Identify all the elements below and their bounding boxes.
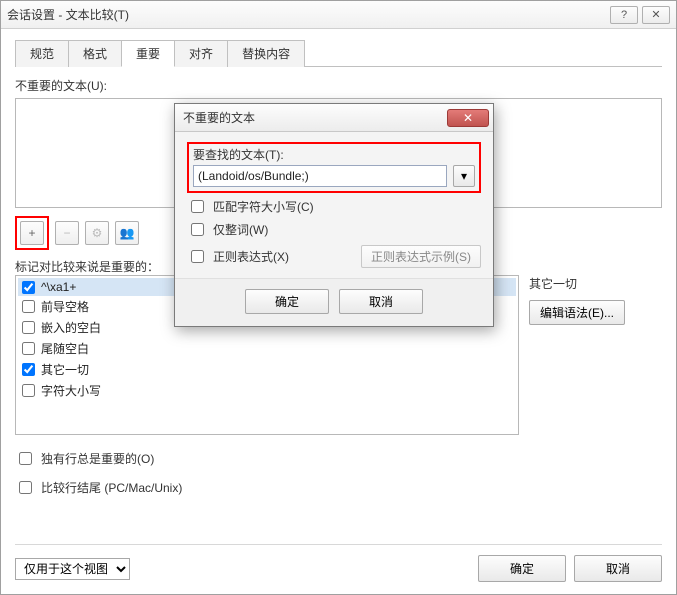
item-checkbox[interactable] <box>22 321 35 334</box>
side-label: 其它一切 <box>529 275 625 292</box>
match-case-check[interactable]: 匹配字符大小写(C) <box>187 197 481 216</box>
ok-button[interactable]: 确定 <box>478 555 566 582</box>
footer: 仅用于这个视图 确定 取消 <box>15 544 662 582</box>
scope-select[interactable]: 仅用于这个视图 <box>15 558 130 580</box>
history-dropdown-button[interactable]: ▾ <box>453 165 475 187</box>
close-icon: ✕ <box>463 111 473 125</box>
chevron-down-icon: ▾ <box>461 169 467 183</box>
tab-spec[interactable]: 规范 <box>15 40 69 67</box>
item-label: 尾随空白 <box>41 340 89 357</box>
gear-icon: ⚙ <box>92 226 103 240</box>
exclusive-line-check[interactable]: 独有行总是重要的(O) <box>15 449 662 468</box>
whole-word-checkbox[interactable] <box>191 223 204 236</box>
exclusive-line-checkbox[interactable] <box>19 452 32 465</box>
unimportant-label: 不重要的文本(U): <box>15 77 662 94</box>
help-button[interactable]: ? <box>610 6 638 24</box>
whole-word-check[interactable]: 仅整词(W) <box>187 220 481 239</box>
find-input[interactable] <box>193 165 447 187</box>
window-title: 会话设置 - 文本比较(T) <box>7 6 610 23</box>
tab-replace[interactable]: 替换内容 <box>227 40 305 67</box>
item-checkbox[interactable] <box>22 384 35 397</box>
settings-button[interactable]: ⚙ <box>85 221 109 245</box>
item-label: 嵌入的空白 <box>41 319 101 336</box>
bottom-checks: 独有行总是重要的(O) 比较行结尾 (PC/Mac/Unix) <box>15 449 662 497</box>
dialog-ok-button[interactable]: 确定 <box>245 289 329 314</box>
edit-grammar-button[interactable]: 编辑语法(E)... <box>529 300 625 325</box>
compare-eol-label: 比较行结尾 (PC/Mac/Unix) <box>41 479 182 496</box>
tabstrip: 规范 格式 重要 对齐 替换内容 <box>15 39 662 67</box>
item-label: 前导空格 <box>41 298 89 315</box>
regex-check[interactable]: 正则表达式(X) <box>187 247 289 266</box>
regex-label: 正则表达式(X) <box>213 248 289 265</box>
item-label: 字符大小写 <box>41 382 101 399</box>
list-item[interactable]: 字符大小写 <box>18 380 516 401</box>
minus-icon: − <box>63 226 70 240</box>
find-label: 要查找的文本(T): <box>193 146 475 163</box>
item-checkbox[interactable] <box>22 300 35 313</box>
compare-eol-checkbox[interactable] <box>19 481 32 494</box>
regex-example-button: 正则表达式示例(S) <box>361 245 481 268</box>
item-label: ^\xa1+ <box>41 280 76 294</box>
dialog-footer: 确定 取消 <box>175 278 493 326</box>
cancel-button[interactable]: 取消 <box>574 555 662 582</box>
close-button[interactable]: ✕ <box>642 6 670 24</box>
unimportant-text-dialog: 不重要的文本 ✕ 要查找的文本(T): ▾ 匹配字符大小写(C) <box>174 103 494 327</box>
exclusive-line-label: 独有行总是重要的(O) <box>41 450 154 467</box>
compare-eol-check[interactable]: 比较行结尾 (PC/Mac/Unix) <box>15 478 662 497</box>
dialog-body: 要查找的文本(T): ▾ 匹配字符大小写(C) 仅整词(W) <box>175 132 493 270</box>
settings-window: 会话设置 - 文本比较(T) ? ✕ 规范 格式 重要 对齐 替换内容 不重要的… <box>0 0 677 595</box>
dialog-titlebar: 不重要的文本 ✕ <box>175 104 493 132</box>
remove-button[interactable]: − <box>55 221 79 245</box>
dialog-title: 不重要的文本 <box>183 109 255 126</box>
tab-format[interactable]: 格式 <box>68 40 122 67</box>
find-input-row: ▾ <box>193 165 475 187</box>
item-checkbox[interactable] <box>22 363 35 376</box>
share-button[interactable]: 👥 <box>115 221 139 245</box>
add-highlight: + <box>15 216 49 250</box>
tab-important[interactable]: 重要 <box>121 40 175 67</box>
dialog-close-button[interactable]: ✕ <box>447 109 489 127</box>
titlebar-buttons: ? ✕ <box>610 6 670 24</box>
titlebar: 会话设置 - 文本比较(T) ? ✕ <box>1 1 676 29</box>
item-checkbox[interactable] <box>22 281 35 294</box>
item-checkbox[interactable] <box>22 342 35 355</box>
plus-icon: + <box>28 226 35 240</box>
list-item[interactable]: 其它一切 <box>18 359 516 380</box>
dialog-cancel-button[interactable]: 取消 <box>339 289 423 314</box>
important-sidecol: 其它一切 编辑语法(E)... <box>529 275 625 325</box>
list-item[interactable]: 尾随空白 <box>18 338 516 359</box>
tab-align[interactable]: 对齐 <box>174 40 228 67</box>
whole-word-label: 仅整词(W) <box>213 221 268 238</box>
match-case-label: 匹配字符大小写(C) <box>213 198 314 215</box>
users-icon: 👥 <box>120 226 135 240</box>
find-field-highlight: 要查找的文本(T): ▾ <box>187 142 481 193</box>
match-case-checkbox[interactable] <box>191 200 204 213</box>
add-button[interactable]: + <box>20 221 44 245</box>
regex-checkbox[interactable] <box>191 250 204 263</box>
item-label: 其它一切 <box>41 361 89 378</box>
